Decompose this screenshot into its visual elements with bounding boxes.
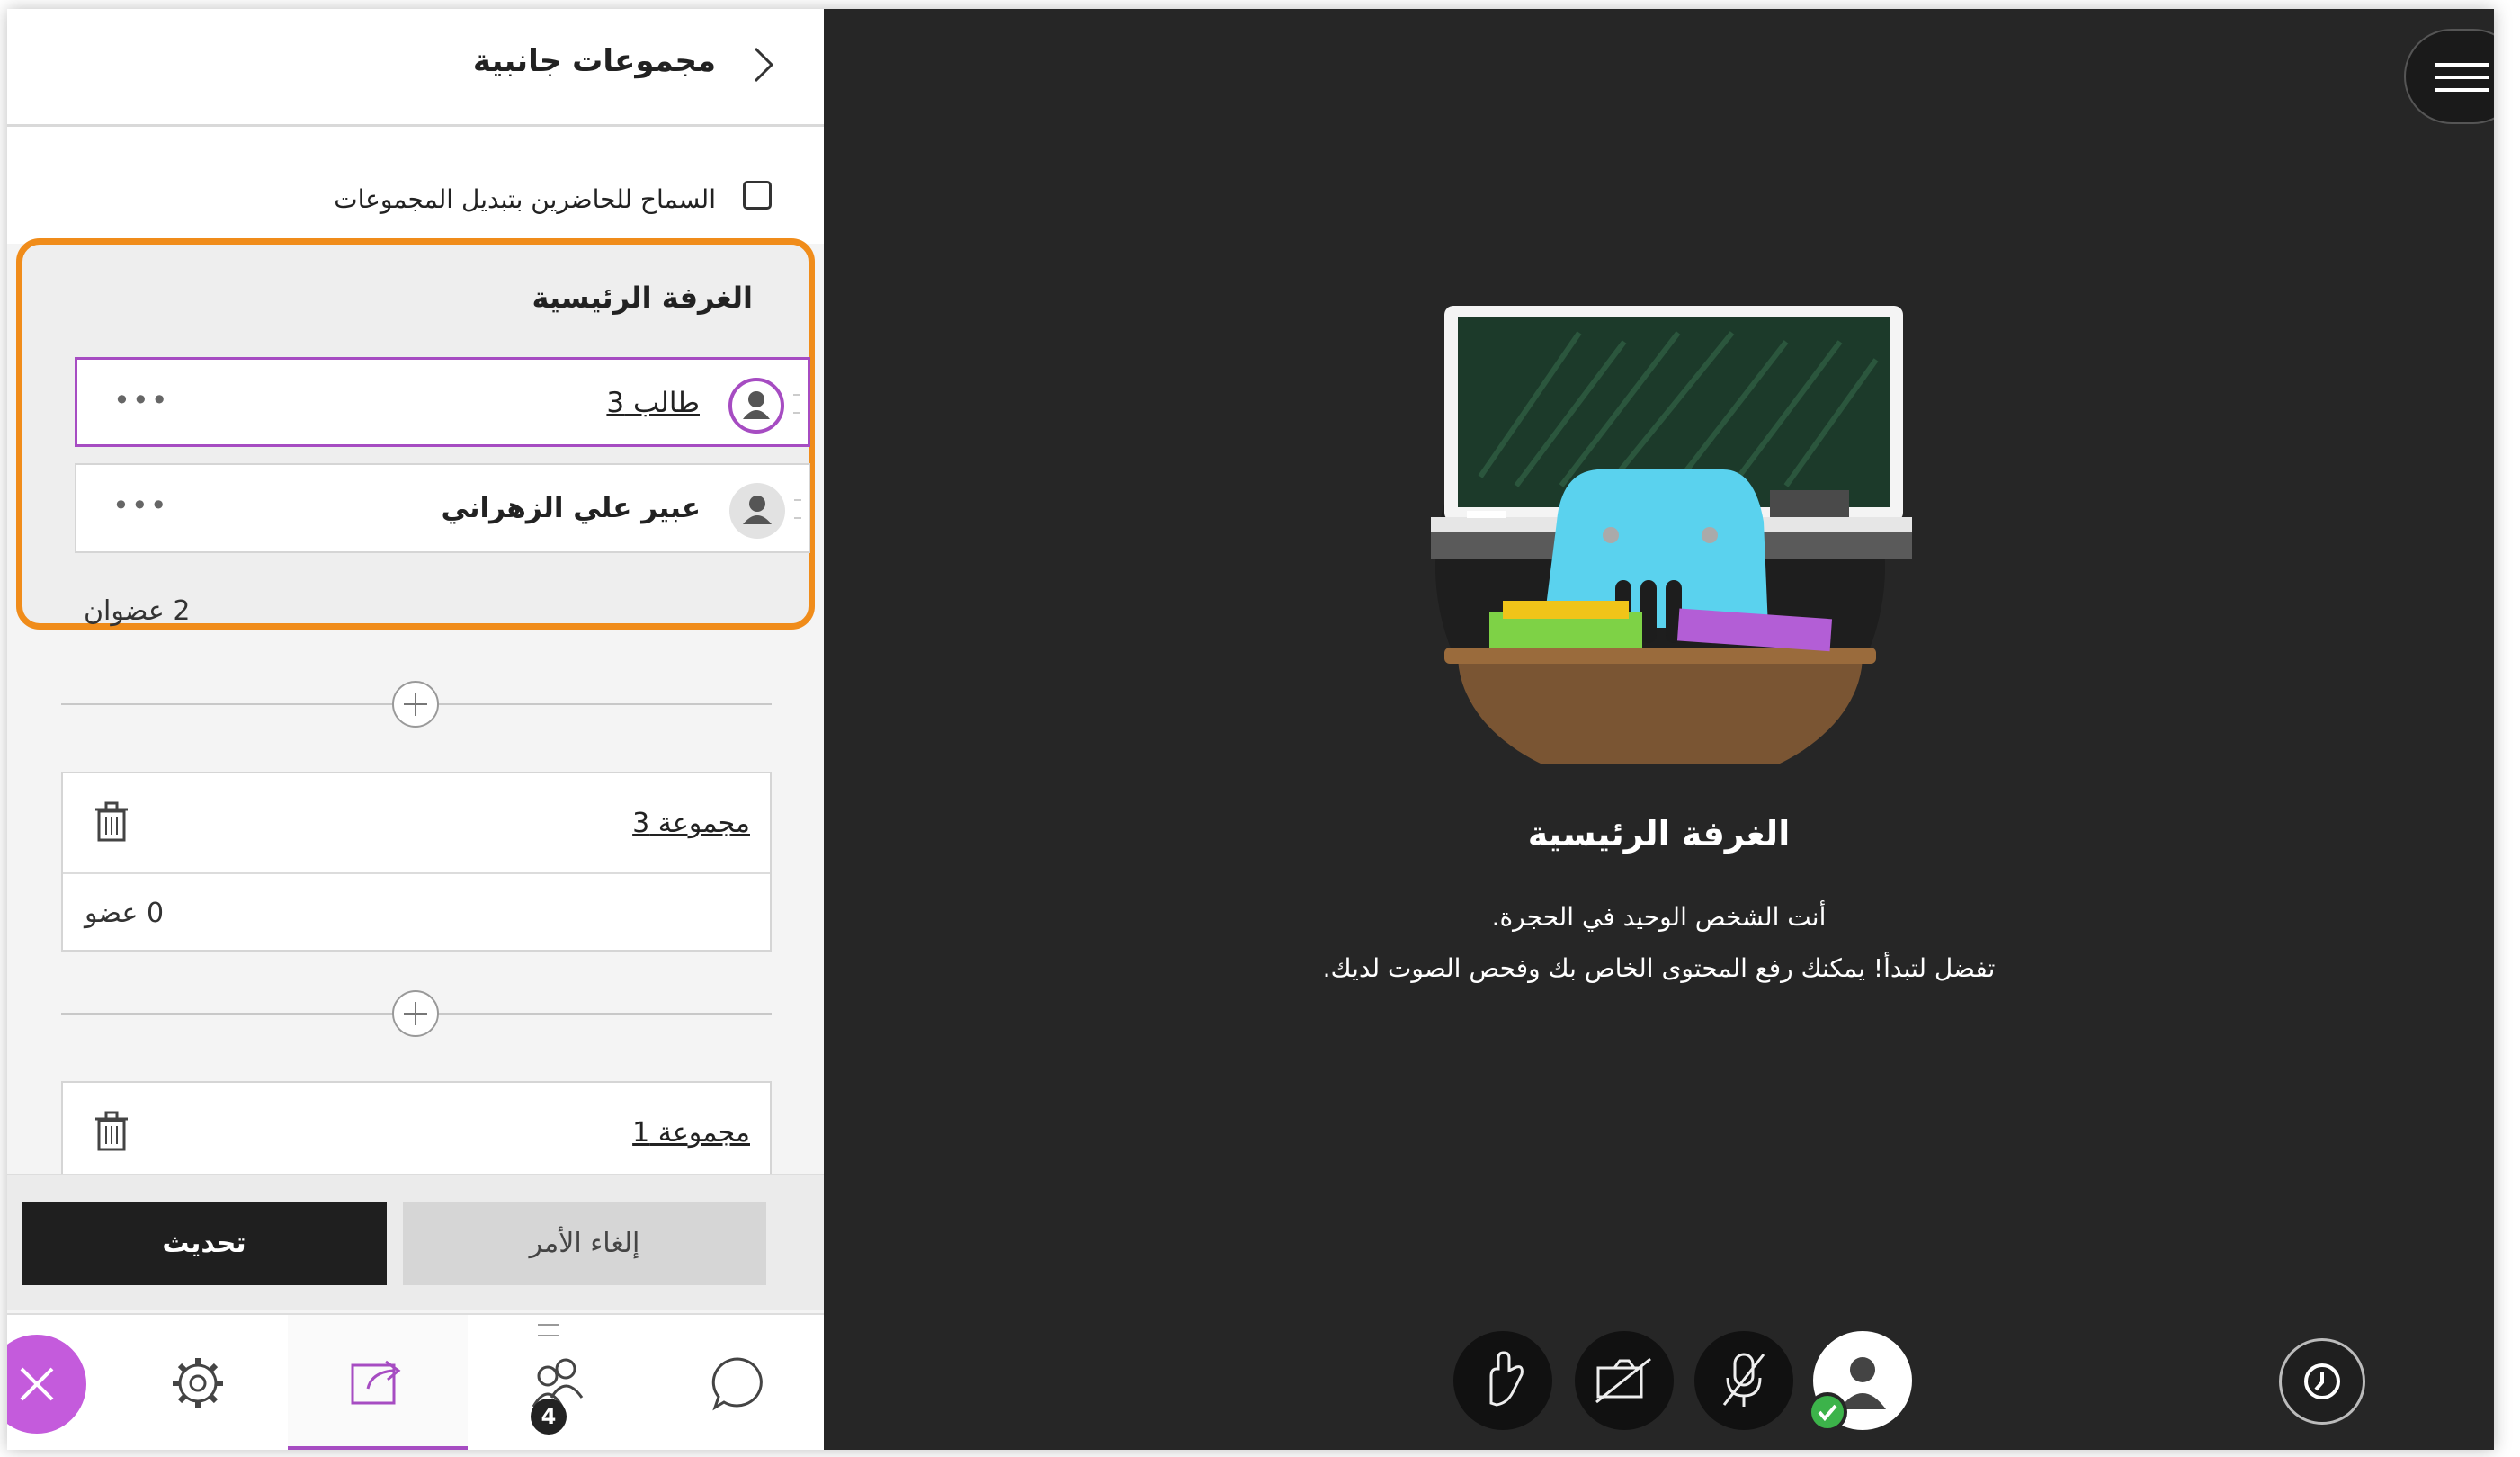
breakout-groups-panel: مجموعات جانبية السماح للحاضرين بتبديل ال… <box>7 9 824 1450</box>
action-bar: تحديث إلغاء الأمر <box>7 1174 824 1310</box>
raise-hand-button[interactable] <box>1453 1331 1552 1430</box>
allow-switch-label: السماح للحاضرين بتبديل المجموعات <box>334 184 716 214</box>
stage-title: الغرفة الرئيسية <box>1527 814 1791 854</box>
tab-attendees[interactable]: 4 <box>468 1315 648 1450</box>
update-button[interactable]: تحديث <box>22 1202 387 1285</box>
gear-icon <box>173 1358 223 1408</box>
drag-handle-icon[interactable] <box>794 499 801 519</box>
collaborate-window: مجموعات جانبية السماح للحاضرين بتبديل ال… <box>7 9 2494 1450</box>
reaction-button[interactable] <box>2279 1338 2365 1425</box>
more-icon[interactable]: ••• <box>113 383 170 417</box>
member-row[interactable]: عبير علي الزهراني ••• <box>75 463 810 553</box>
mic-off-icon <box>1722 1353 1765 1407</box>
attendees-count-badge: 4 <box>531 1399 567 1435</box>
main-room-card: الغرفة الرئيسية طالب 3 ••• عبير علي الزه… <box>16 238 815 630</box>
main-room-title: الغرفة الرئيسية <box>532 281 753 315</box>
user-avatar-icon <box>729 483 785 539</box>
status-online-icon <box>1808 1392 1847 1432</box>
member-name[interactable]: طالب 3 <box>606 387 700 419</box>
cancel-button[interactable]: إلغاء الأمر <box>403 1202 766 1285</box>
hand-raise-icon <box>1489 1351 1524 1407</box>
share-content-icon <box>351 1360 401 1405</box>
add-group-button[interactable] <box>392 681 439 728</box>
panel-tab-bar: 4 <box>7 1313 824 1450</box>
panel-header: مجموعات جانبية <box>7 9 824 127</box>
camera-off-icon <box>1595 1357 1651 1404</box>
main-room-count: 2 عضوان <box>84 595 191 627</box>
group-card: مجموعة 3 0 عضو <box>61 772 772 952</box>
trash-icon[interactable] <box>92 1110 131 1153</box>
member-row[interactable]: طالب 3 ••• <box>75 357 810 447</box>
allow-switch-checkbox[interactable] <box>743 181 772 210</box>
more-icon[interactable]: ••• <box>112 488 169 523</box>
user-avatar-icon <box>728 378 784 434</box>
add-group-button[interactable] <box>392 990 439 1037</box>
main-stage: الغرفة الرئيسية أنت الشخص الوحيد في الحج… <box>824 9 2494 1450</box>
drag-handle-icon[interactable] <box>793 394 800 414</box>
session-menu-button[interactable] <box>2404 29 2494 124</box>
chevron-right-icon[interactable] <box>745 45 781 85</box>
microphone-toggle-button[interactable] <box>1694 1331 1793 1430</box>
trash-icon[interactable] <box>92 800 131 844</box>
close-icon <box>20 1367 54 1401</box>
tab-settings[interactable] <box>108 1315 288 1450</box>
close-panel-button[interactable] <box>7 1335 86 1434</box>
stage-message-line2: تفضل لتبدأ! يمكنك رفع المحتوى الخاص بك و… <box>1322 953 1996 983</box>
menu-icon <box>2435 63 2489 92</box>
chat-icon <box>711 1357 763 1411</box>
my-profile-button[interactable] <box>1808 1331 1912 1432</box>
group-separator <box>63 872 770 874</box>
classroom-illustration <box>1431 306 1912 764</box>
group-card: مجموعة 1 <box>61 1081 772 1180</box>
reaction-icon <box>2304 1363 2340 1399</box>
camera-toggle-button[interactable] <box>1575 1331 1674 1430</box>
panel-title: مجموعات جانبية <box>472 43 716 79</box>
allow-switch-row: السماح للحاضرين بتبديل المجموعات <box>7 127 824 244</box>
member-name: عبير علي الزهراني <box>441 492 701 524</box>
group-name[interactable]: مجموعة 3 <box>632 808 750 839</box>
group-count: 0 عضو <box>85 898 165 929</box>
group-name[interactable]: مجموعة 1 <box>632 1117 750 1149</box>
stage-message-line1: أنت الشخص الوحيد في الحجرة. <box>1491 902 1827 932</box>
tab-share-content[interactable] <box>288 1315 468 1450</box>
tab-chat[interactable] <box>648 1315 827 1450</box>
